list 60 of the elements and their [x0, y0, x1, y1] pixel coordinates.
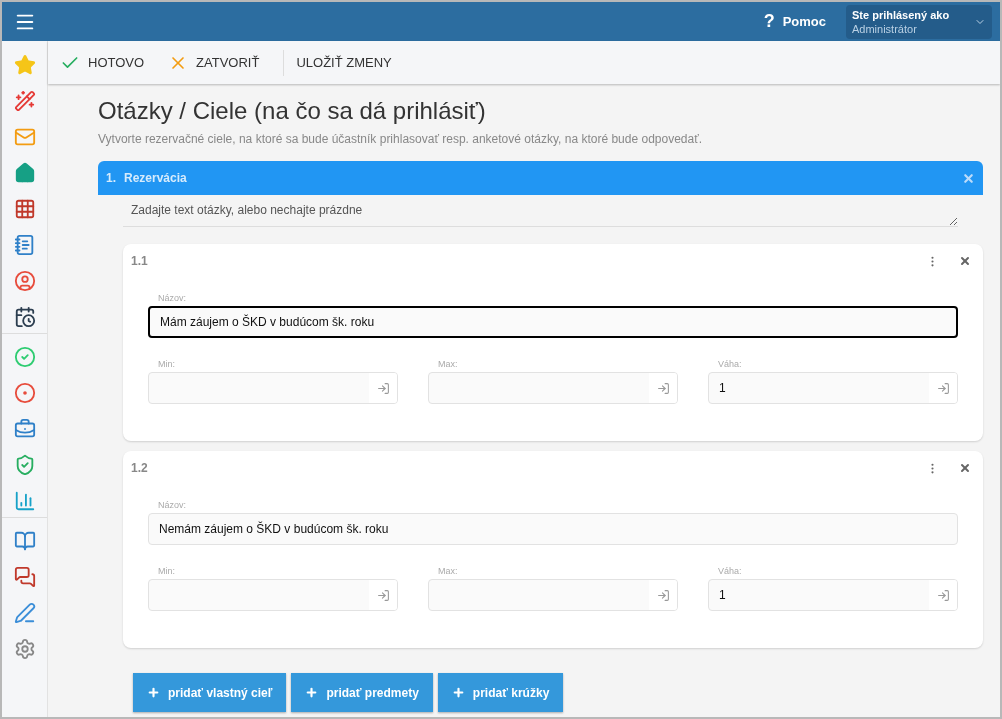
close-button[interactable] — [962, 171, 975, 185]
answer-number: 1.2 — [131, 460, 148, 477]
notebook-icon[interactable] — [13, 234, 36, 256]
field-label: Max: — [437, 358, 459, 370]
user-dropdown[interactable]: Ste prihlásený ako Administrátor — [846, 4, 992, 39]
user-icon[interactable] — [13, 270, 36, 292]
help-link[interactable]: Pomoc — [782, 11, 826, 32]
check-circle-icon[interactable] — [13, 346, 36, 368]
chat-icon[interactable] — [13, 566, 36, 588]
question-number: 1. — [106, 170, 116, 187]
envelope-icon[interactable] — [13, 126, 36, 148]
field-label: Min: — [157, 358, 176, 370]
page-subtitle: Vytvorte rezervačné ciele, na ktoré sa bude účastník prihlasovať resp. anketové otázky, na ktoré bude odpovedať. — [98, 131, 703, 148]
bar-chart-icon[interactable] — [13, 490, 36, 512]
help-icon: ? — [763, 8, 775, 35]
field-label: Názov: — [157, 499, 187, 511]
question-text-field[interactable]: Zadajte text otázky, alebo nechajte prázdne — [123, 195, 958, 227]
field-label: Min: — [157, 565, 176, 577]
plus-icon — [147, 686, 160, 699]
briefcase-icon[interactable] — [13, 418, 36, 440]
question-title: Rezervácia — [124, 170, 187, 187]
grade-circle-icon[interactable] — [13, 382, 36, 404]
enter-icon — [656, 588, 670, 602]
enter-icon — [936, 381, 950, 395]
number-field[interactable]: 1 — [708, 372, 958, 404]
field-label: Názov: — [157, 292, 187, 304]
remove-button[interactable] — [959, 255, 971, 267]
number-field[interactable] — [428, 579, 678, 611]
name-field[interactable]: Nemám záujem o ŠKD v budúcom šk. roku — [148, 513, 958, 545]
enter-icon — [656, 381, 670, 395]
close-icon — [962, 171, 975, 185]
field-label: Max: — [437, 565, 459, 577]
plus-icon — [305, 686, 319, 699]
star-icon[interactable] — [13, 54, 36, 76]
house-icon[interactable] — [13, 162, 36, 184]
page-title: Otázky / Ciele (na čo sa dá prihlásiť) — [98, 96, 487, 126]
plus-icon — [451, 686, 465, 699]
enter-icon — [376, 588, 390, 602]
field-label: Váha: — [717, 565, 743, 577]
enter-icon — [936, 588, 950, 602]
answer-number: 1.1 — [131, 253, 148, 270]
number-field[interactable] — [148, 579, 398, 611]
grid-calendar-icon[interactable] — [13, 198, 36, 220]
done-button[interactable]: HOTOVO — [60, 52, 145, 73]
name-field[interactable]: Mám záujem o ŠKD v budúcom šk. roku — [148, 306, 958, 338]
close-icon — [959, 255, 971, 267]
enter-icon — [376, 381, 390, 395]
pen-icon[interactable] — [13, 602, 36, 624]
calendar-clock-icon[interactable] — [13, 306, 36, 328]
close-button[interactable]: ZATVORIŤ — [168, 52, 260, 73]
magic-wand-icon[interactable] — [13, 90, 36, 112]
save-button[interactable]: ULOŽIŤ ZMENY — [296, 52, 392, 73]
remove-button[interactable] — [959, 462, 971, 474]
number-field[interactable] — [428, 372, 678, 404]
field-label: Váha: — [717, 358, 743, 370]
book-icon[interactable] — [13, 530, 36, 552]
settings-icon[interactable] — [13, 638, 36, 660]
number-field[interactable]: 1 — [708, 579, 958, 611]
close-icon — [959, 462, 971, 474]
number-field[interactable] — [148, 372, 398, 404]
